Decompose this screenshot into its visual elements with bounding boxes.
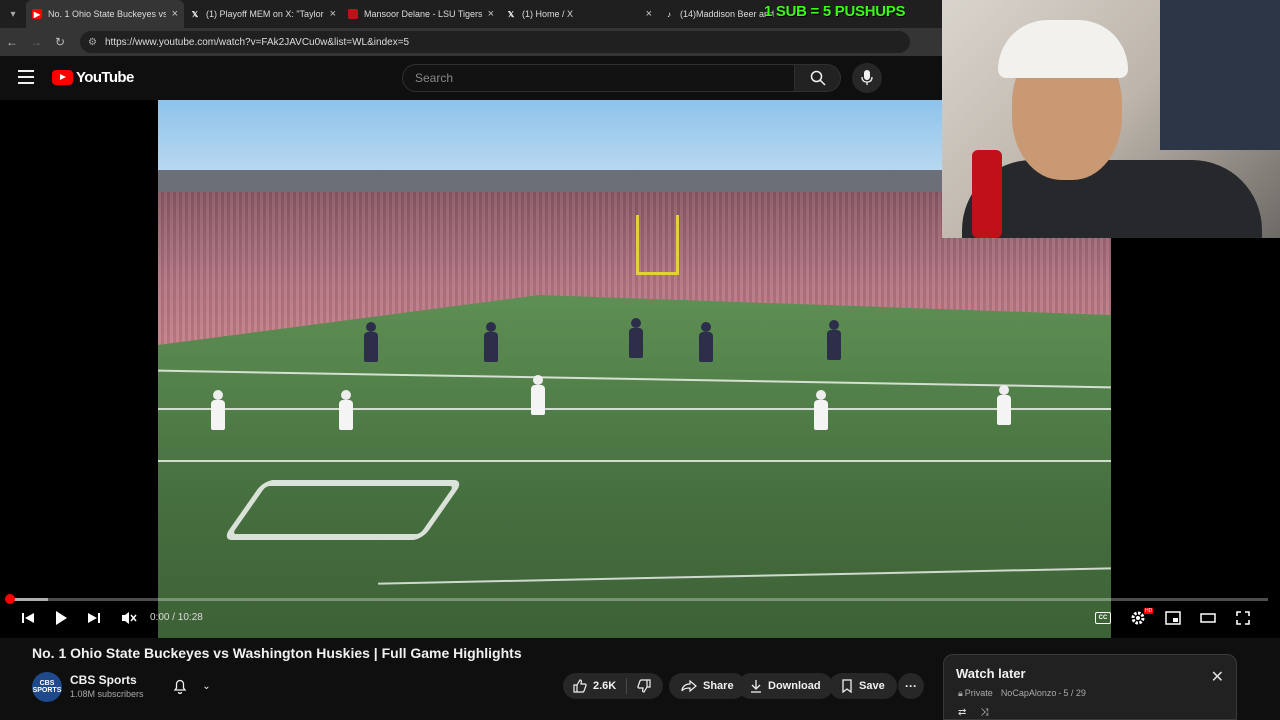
channel-name[interactable]: CBS Sports — [70, 673, 137, 687]
save-label: Save — [859, 680, 885, 692]
share-icon — [681, 680, 697, 692]
forward-icon[interactable]: → — [24, 35, 48, 49]
like-button[interactable]: 2.6K — [563, 678, 628, 694]
youtube-play-logo-icon — [52, 70, 73, 85]
webcam-overlay — [942, 0, 1280, 238]
playlist-privacy: Private — [964, 688, 993, 698]
search-icon — [810, 70, 826, 86]
lock-icon: 🔒︎ — [958, 688, 963, 698]
save-button[interactable]: Save — [829, 673, 897, 699]
url-text: https://www.youtube.com/watch?v=FAk2JAVC… — [104, 36, 410, 48]
download-label: Download — [768, 680, 821, 692]
buffered-bar — [10, 598, 48, 601]
play-button[interactable] — [50, 608, 72, 628]
reload-icon[interactable]: ↻ — [48, 35, 72, 49]
playlist-controls: ⇄ ⤨ — [958, 707, 988, 718]
playlist-meta: 🔒︎ Private NoCapAlonzo - 5 / 29 — [958, 688, 1086, 699]
close-tab-icon[interactable]: × — [646, 8, 652, 20]
download-icon — [751, 680, 761, 693]
playlist-title[interactable]: Watch later — [956, 666, 1026, 681]
playlist-position: 5 / 29 — [1063, 688, 1086, 698]
playlist-owner[interactable]: NoCapAlonzo — [1001, 688, 1057, 699]
voice-search-button[interactable] — [852, 63, 882, 93]
like-count: 2.6K — [593, 680, 617, 692]
search-placeholder: Search — [415, 71, 454, 85]
tab-title: (1) Home / X — [522, 9, 574, 19]
more-icon: ··· — [905, 679, 917, 693]
theater-mode-button[interactable] — [1198, 608, 1218, 628]
more-actions-button[interactable]: ··· — [898, 673, 924, 699]
tab-title: (1) Playoff MEM on X: "Taylor Je — [206, 9, 324, 19]
share-button[interactable]: Share — [669, 673, 746, 699]
tab-lsu-tigers[interactable]: Mansoor Delane - LSU Tigers C × — [342, 0, 500, 28]
thumbs-up-icon — [573, 679, 587, 693]
tab-x-playoff-mem[interactable]: 𝕏 (1) Playoff MEM on X: "Taylor Je × — [184, 0, 342, 28]
tab-youtube-video[interactable]: ▶ No. 1 Ohio State Buckeyes vs W × — [26, 0, 184, 28]
previous-icon — [22, 613, 34, 623]
stream-overlay-text: 1 SUB = 5 PUSHUPS — [764, 3, 906, 20]
volume-muted-icon — [122, 612, 137, 624]
tab-title: No. 1 Ohio State Buckeyes vs W — [48, 9, 166, 19]
close-tab-icon[interactable]: × — [330, 8, 336, 20]
x-favicon-icon: 𝕏 — [507, 9, 515, 19]
share-label: Share — [703, 680, 734, 692]
dislike-button[interactable] — [627, 679, 661, 693]
next-button[interactable] — [84, 608, 104, 628]
menu-icon[interactable] — [18, 70, 34, 84]
search-input[interactable]: Search — [402, 64, 795, 92]
bell-icon — [174, 679, 187, 694]
lsu-favicon-icon — [348, 9, 358, 19]
tiktok-favicon-icon: ♪ — [667, 9, 671, 19]
theater-icon — [1200, 613, 1216, 623]
notification-bell-button[interactable]: ⌄ — [166, 674, 218, 698]
next-icon — [88, 613, 100, 623]
youtube-wordmark: YouTube — [76, 69, 134, 86]
miniplayer-icon — [1165, 611, 1181, 625]
back-icon[interactable]: ← — [0, 35, 24, 49]
bookmark-icon — [842, 679, 852, 693]
shuffle-icon[interactable]: ⤨ — [980, 707, 988, 718]
tab-title: Mansoor Delane - LSU Tigers C — [364, 9, 482, 19]
chevron-down-icon: ⌄ — [202, 680, 211, 692]
mute-button[interactable] — [118, 608, 140, 628]
microphone-icon — [861, 70, 873, 85]
close-tab-icon[interactable]: × — [488, 8, 494, 20]
loop-icon[interactable]: ⇄ — [958, 707, 966, 718]
fullscreen-button[interactable] — [1233, 608, 1253, 628]
video-title: No. 1 Ohio State Buckeyes vs Washington … — [32, 645, 522, 661]
subscriber-count: 1.08M subscribers — [70, 689, 144, 699]
captions-button[interactable]: CC — [1093, 608, 1113, 628]
site-info-icon[interactable]: ⚙ — [88, 37, 97, 48]
x-favicon-icon: 𝕏 — [191, 9, 199, 19]
close-icon[interactable]: ✕ — [1211, 667, 1224, 687]
miniplayer-button[interactable] — [1163, 608, 1183, 628]
fullscreen-icon — [1236, 611, 1250, 625]
youtube-logo[interactable]: YouTube — [52, 69, 134, 86]
channel-avatar[interactable]: CBS SPORTS — [32, 672, 62, 702]
download-button[interactable]: Download — [738, 673, 833, 699]
like-dislike-group: 2.6K — [563, 673, 663, 699]
tab-search-icon[interactable]: ▾ — [0, 0, 26, 28]
previous-button[interactable] — [18, 608, 38, 628]
close-tab-icon[interactable]: × — [172, 8, 178, 20]
watch-later-playlist-panel: Watch later ✕ 🔒︎ Private NoCapAlonzo - 5… — [943, 654, 1237, 720]
avatar-text: CBS SPORTS — [32, 680, 62, 694]
scrubber-handle[interactable] — [5, 594, 15, 604]
thumbs-down-icon — [637, 679, 651, 693]
time-display: 0:00 / 10:28 — [150, 612, 203, 623]
tab-x-home[interactable]: 𝕏 (1) Home / X × — [500, 0, 658, 28]
search-button[interactable] — [795, 64, 841, 92]
play-icon — [56, 611, 67, 625]
youtube-favicon-icon: ▶ — [32, 9, 42, 19]
url-field[interactable]: ⚙ https://www.youtube.com/watch?v=FAk2JA… — [80, 31, 910, 53]
video-progress-bar[interactable] — [5, 594, 1268, 604]
hd-badge: HD — [1144, 608, 1154, 614]
captions-icon: CC — [1095, 612, 1111, 624]
